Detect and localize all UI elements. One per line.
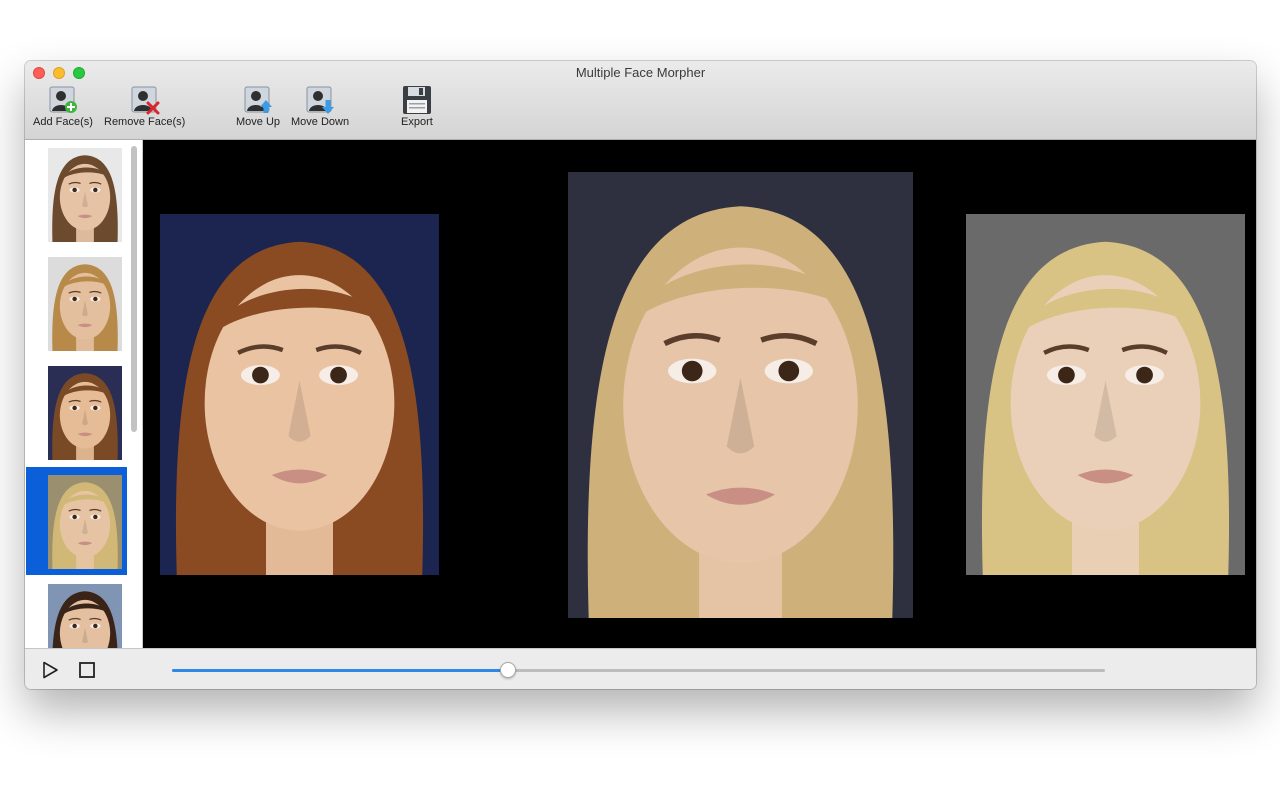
playback-bar: [25, 648, 1256, 689]
add-faces-label: Add Face(s): [33, 116, 93, 128]
morph-preview-area: [143, 140, 1256, 648]
face-thumbnail: [48, 584, 122, 648]
slider-knob[interactable]: [499, 662, 516, 678]
face-thumbnail: [48, 366, 122, 460]
face-thumbnail: [48, 257, 122, 351]
target-face-portrait: [966, 214, 1245, 575]
floppy-disk-icon: [402, 86, 431, 114]
move-up-label: Move Up: [236, 116, 281, 128]
remove-faces-button[interactable]: Remove Face(s): [104, 85, 185, 128]
move-up-button[interactable]: Move Up: [236, 85, 280, 128]
face-thumbnail: [48, 475, 122, 569]
remove-faces-label: Remove Face(s): [104, 116, 186, 128]
face-list-item[interactable]: [26, 249, 127, 357]
morphed-face-image: [568, 172, 913, 618]
window-title: Multiple Face Morpher: [575, 65, 706, 80]
sidebar-scrollbar[interactable]: [131, 146, 137, 432]
morph-progress-slider[interactable]: [172, 662, 1105, 678]
source-face-image: [160, 214, 439, 575]
play-icon: [43, 661, 58, 679]
play-button[interactable]: [41, 661, 59, 684]
slider-fill: [172, 669, 508, 672]
face-list-item[interactable]: [26, 358, 127, 466]
add-face-icon: [49, 86, 77, 113]
stop-button[interactable]: [78, 661, 96, 684]
title-bar: Multiple Face Morpher Add Face(s) Remove…: [25, 61, 1256, 140]
face-list-item[interactable]: [26, 467, 127, 575]
move-down-icon: [306, 86, 335, 114]
app-window: Multiple Face Morpher Add Face(s) Remove…: [25, 61, 1256, 689]
source-face-portrait: [160, 214, 439, 575]
face-list-item[interactable]: [26, 576, 127, 648]
export-button[interactable]: Export: [401, 85, 433, 128]
move-up-icon: [244, 86, 273, 113]
remove-face-icon: [131, 86, 160, 115]
target-face-image: [966, 214, 1245, 575]
face-list-sidebar[interactable]: [25, 140, 143, 648]
face-thumbnail: [48, 148, 122, 242]
add-faces-button[interactable]: Add Face(s): [33, 85, 93, 128]
stop-icon: [79, 662, 95, 678]
export-label: Export: [401, 116, 433, 128]
move-down-button[interactable]: Move Down: [291, 85, 349, 128]
morphed-face-portrait: [568, 172, 913, 618]
move-down-label: Move Down: [291, 116, 350, 128]
face-list-item[interactable]: [26, 140, 127, 248]
